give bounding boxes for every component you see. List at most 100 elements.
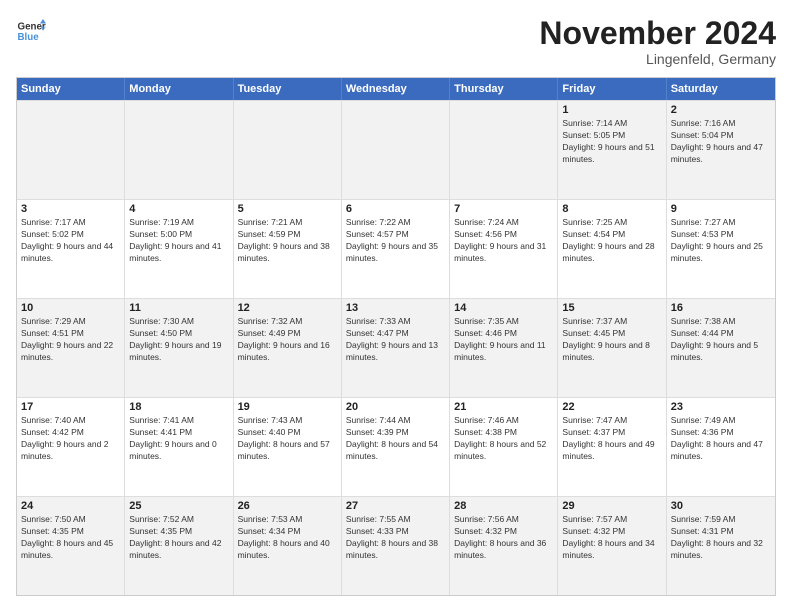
day-info: Sunrise: 7:46 AM Sunset: 4:38 PM Dayligh…: [454, 415, 553, 463]
svg-text:Blue: Blue: [18, 32, 40, 43]
day-cell-28: 28 Sunrise: 7:56 AM Sunset: 4:32 PM Dayli…: [450, 497, 558, 595]
calendar-row-3: 17 Sunrise: 7:40 AM Sunset: 4:42 PM Dayli…: [17, 397, 775, 496]
day-number: 27: [346, 500, 445, 512]
day-info: Sunrise: 7:29 AM Sunset: 4:51 PM Dayligh…: [21, 316, 120, 364]
empty-cell-0-1: [125, 101, 233, 199]
day-header-tuesday: Tuesday: [234, 78, 342, 100]
day-number: 11: [129, 302, 228, 314]
day-cell-26: 26 Sunrise: 7:53 AM Sunset: 4:34 PM Dayli…: [234, 497, 342, 595]
day-number: 25: [129, 500, 228, 512]
day-cell-18: 18 Sunrise: 7:41 AM Sunset: 4:41 PM Dayli…: [125, 398, 233, 496]
day-header-friday: Friday: [558, 78, 666, 100]
day-cell-2: 2Sunrise: 7:16 AM Sunset: 5:04 PM Daylig…: [667, 101, 775, 199]
day-info: Sunrise: 7:22 AM Sunset: 4:57 PM Dayligh…: [346, 217, 445, 265]
day-number: 18: [129, 401, 228, 413]
day-number: 12: [238, 302, 337, 314]
day-info: Sunrise: 7:25 AM Sunset: 4:54 PM Dayligh…: [562, 217, 661, 265]
calendar-body: 1 Sunrise: 7:14 AM Sunset: 5:05 PM Daylig…: [17, 100, 775, 595]
day-info: Sunrise: 7:41 AM Sunset: 4:41 PM Dayligh…: [129, 415, 228, 463]
day-number: 14: [454, 302, 553, 314]
day-number: 5: [238, 203, 337, 215]
day-number: 4: [129, 203, 228, 215]
calendar-row-2: 10 Sunrise: 7:29 AM Sunset: 4:51 PM Dayli…: [17, 298, 775, 397]
day-info: Sunrise: 7:59 AM Sunset: 4:31 PM Dayligh…: [671, 514, 771, 562]
empty-cell-0-2: [234, 101, 342, 199]
day-cell-24: 24 Sunrise: 7:50 AM Sunset: 4:35 PM Dayli…: [17, 497, 125, 595]
day-cell-1: 1 Sunrise: 7:14 AM Sunset: 5:05 PM Daylig…: [558, 101, 666, 199]
day-cell-6: 6 Sunrise: 7:22 AM Sunset: 4:57 PM Daylig…: [342, 200, 450, 298]
day-number: 23: [671, 401, 771, 413]
day-info: Sunrise: 7:38 AM Sunset: 4:44 PM Dayligh…: [671, 316, 771, 364]
day-info: Sunrise: 7:19 AM Sunset: 5:00 PM Dayligh…: [129, 217, 228, 265]
day-cell-22: 22 Sunrise: 7:47 AM Sunset: 4:37 PM Dayli…: [558, 398, 666, 496]
day-number: 29: [562, 500, 661, 512]
day-cell-29: 29 Sunrise: 7:57 AM Sunset: 4:32 PM Dayli…: [558, 497, 666, 595]
day-info: Sunrise: 7:50 AM Sunset: 4:35 PM Dayligh…: [21, 514, 120, 562]
day-info: Sunrise: 7:44 AM Sunset: 4:39 PM Dayligh…: [346, 415, 445, 463]
calendar-header: SundayMondayTuesdayWednesdayThursdayFrid…: [17, 78, 775, 100]
day-cell-21: 21 Sunrise: 7:46 AM Sunset: 4:38 PM Dayli…: [450, 398, 558, 496]
day-number: 16: [671, 302, 771, 314]
day-cell-3: 3 Sunrise: 7:17 AM Sunset: 5:02 PM Daylig…: [17, 200, 125, 298]
day-number: 6: [346, 203, 445, 215]
day-cell-23: 23 Sunrise: 7:49 AM Sunset: 4:36 PM Dayli…: [667, 398, 775, 496]
day-cell-14: 14Sunrise: 7:35 AM Sunset: 4:46 PM Dayli…: [450, 299, 558, 397]
day-info: Sunrise: 7:33 AM Sunset: 4:47 PM Dayligh…: [346, 316, 445, 364]
day-info: Sunrise: 7:14 AM Sunset: 5:05 PM Dayligh…: [562, 118, 661, 166]
calendar-row-0: 1 Sunrise: 7:14 AM Sunset: 5:05 PM Daylig…: [17, 100, 775, 199]
day-number: 8: [562, 203, 661, 215]
day-info: Sunrise: 7:55 AM Sunset: 4:33 PM Dayligh…: [346, 514, 445, 562]
day-number: 2: [671, 104, 771, 116]
day-cell-8: 8 Sunrise: 7:25 AM Sunset: 4:54 PM Daylig…: [558, 200, 666, 298]
day-number: 30: [671, 500, 771, 512]
day-info: Sunrise: 7:56 AM Sunset: 4:32 PM Dayligh…: [454, 514, 553, 562]
empty-cell-0-4: [450, 101, 558, 199]
day-info: Sunrise: 7:49 AM Sunset: 4:36 PM Dayligh…: [671, 415, 771, 463]
day-info: Sunrise: 7:47 AM Sunset: 4:37 PM Dayligh…: [562, 415, 661, 463]
day-header-sunday: Sunday: [17, 78, 125, 100]
day-info: Sunrise: 7:52 AM Sunset: 4:35 PM Dayligh…: [129, 514, 228, 562]
empty-cell-0-3: [342, 101, 450, 199]
calendar: SundayMondayTuesdayWednesdayThursdayFrid…: [16, 77, 776, 596]
day-header-saturday: Saturday: [667, 78, 775, 100]
day-info: Sunrise: 7:27 AM Sunset: 4:53 PM Dayligh…: [671, 217, 771, 265]
day-cell-30: 30 Sunrise: 7:59 AM Sunset: 4:31 PM Dayli…: [667, 497, 775, 595]
logo: General Blue: [16, 16, 46, 46]
day-cell-27: 27 Sunrise: 7:55 AM Sunset: 4:33 PM Dayli…: [342, 497, 450, 595]
day-number: 10: [21, 302, 120, 314]
header: General Blue November 2024 Lingenfeld, G…: [16, 16, 776, 67]
calendar-row-4: 24 Sunrise: 7:50 AM Sunset: 4:35 PM Dayli…: [17, 496, 775, 595]
day-number: 17: [21, 401, 120, 413]
day-number: 1: [562, 104, 661, 116]
day-info: Sunrise: 7:40 AM Sunset: 4:42 PM Dayligh…: [21, 415, 120, 463]
day-number: 13: [346, 302, 445, 314]
day-number: 21: [454, 401, 553, 413]
day-info: Sunrise: 7:21 AM Sunset: 4:59 PM Dayligh…: [238, 217, 337, 265]
day-number: 22: [562, 401, 661, 413]
day-info: Sunrise: 7:53 AM Sunset: 4:34 PM Dayligh…: [238, 514, 337, 562]
day-number: 28: [454, 500, 553, 512]
location: Lingenfeld, Germany: [539, 51, 776, 67]
day-cell-4: 4 Sunrise: 7:19 AM Sunset: 5:00 PM Daylig…: [125, 200, 233, 298]
day-number: 26: [238, 500, 337, 512]
day-number: 9: [671, 203, 771, 215]
month-title: November 2024: [539, 16, 776, 51]
day-info: Sunrise: 7:24 AM Sunset: 4:56 PM Dayligh…: [454, 217, 553, 265]
title-block: November 2024 Lingenfeld, Germany: [539, 16, 776, 67]
day-header-thursday: Thursday: [450, 78, 558, 100]
day-number: 7: [454, 203, 553, 215]
page: General Blue November 2024 Lingenfeld, G…: [0, 0, 792, 612]
logo-icon: General Blue: [16, 16, 46, 46]
day-info: Sunrise: 7:17 AM Sunset: 5:02 PM Dayligh…: [21, 217, 120, 265]
day-number: 3: [21, 203, 120, 215]
day-cell-15: 15Sunrise: 7:37 AM Sunset: 4:45 PM Dayli…: [558, 299, 666, 397]
day-cell-16: 16 Sunrise: 7:38 AM Sunset: 4:44 PM Dayli…: [667, 299, 775, 397]
day-cell-13: 13 Sunrise: 7:33 AM Sunset: 4:47 PM Dayli…: [342, 299, 450, 397]
day-info: Sunrise: 7:57 AM Sunset: 4:32 PM Dayligh…: [562, 514, 661, 562]
day-info: Sunrise: 7:37 AM Sunset: 4:45 PM Dayligh…: [562, 316, 661, 364]
day-number: 24: [21, 500, 120, 512]
day-header-monday: Monday: [125, 78, 233, 100]
day-cell-12: 12Sunrise: 7:32 AM Sunset: 4:49 PM Dayli…: [234, 299, 342, 397]
day-header-wednesday: Wednesday: [342, 78, 450, 100]
empty-cell-0-0: [17, 101, 125, 199]
